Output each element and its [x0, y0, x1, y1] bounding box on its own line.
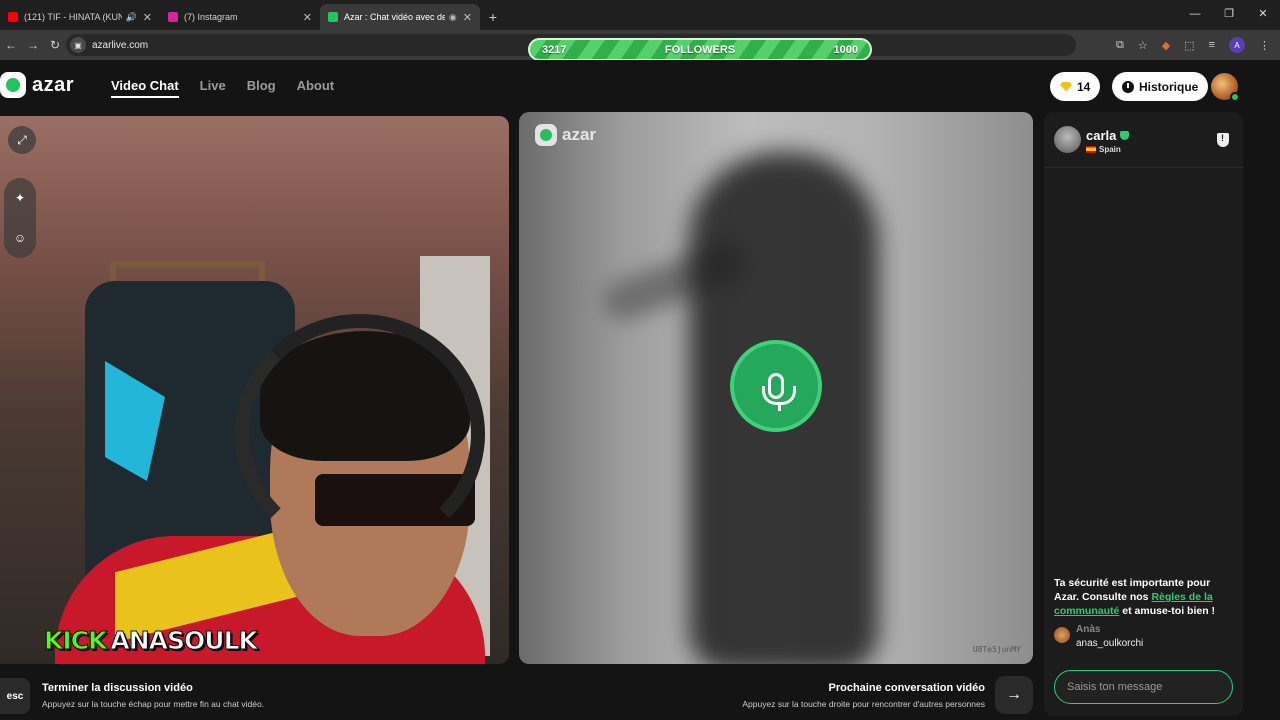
azar-logo-icon [535, 124, 557, 146]
self-video-tools: ⤢ [8, 126, 36, 154]
back-icon[interactable]: ← [0, 38, 22, 52]
install-icon[interactable]: ⧉ [1116, 39, 1124, 52]
chat-message-input[interactable] [1054, 670, 1233, 704]
gems-button[interactable]: 14 [1050, 72, 1101, 101]
next-chat-button[interactable]: → [995, 676, 1033, 714]
history-button[interactable]: Historique [1112, 72, 1209, 101]
followers-goal-bar: 3217 FOLLOWERS 1000 [528, 38, 872, 61]
forward-icon[interactable]: → [22, 38, 44, 52]
extension-fox-icon[interactable]: ◆ [1162, 39, 1170, 52]
report-shield-icon[interactable] [1217, 133, 1229, 147]
url-text: azarlive.com [92, 39, 149, 51]
safety-notice: Ta sécurité est importante pour Azar. Co… [1054, 576, 1234, 618]
peer-id: U8Te5junMY [972, 645, 1021, 654]
message-text: anas_oulkorchi [1076, 638, 1144, 649]
azar-logo[interactable]: azar [0, 72, 74, 98]
effects-toolbar: ✦ ☺ [4, 178, 36, 258]
sparkle-effects-icon[interactable]: ✦ [15, 191, 25, 205]
tab-azar[interactable]: Azar : Chat vidéo avec de n ◉ ✕ [320, 4, 480, 30]
arrow-right-icon: → [1006, 686, 1022, 703]
esc-key-button[interactable]: esc [0, 678, 30, 714]
nav-blog[interactable]: Blog [247, 78, 276, 98]
nav-about[interactable]: About [297, 78, 335, 98]
tab-title: (121) TIF - HINATA (KUNDA [24, 12, 122, 22]
chat-message: Anàs anas_oulkorchi [1054, 624, 1143, 649]
azar-favicon-icon [328, 12, 338, 22]
next-chat-title: Prochaine conversation vidéo [828, 682, 986, 694]
history-label: Historique [1139, 79, 1199, 94]
media-controls-icon[interactable]: ≡ [1209, 39, 1215, 51]
next-chat-subtitle: Appuyez sur la touche droite pour rencon… [742, 699, 985, 709]
peer-azar-watermark: azar [535, 124, 596, 146]
end-chat-subtitle: Appuyez sur la touche échap pour mettre … [42, 699, 265, 709]
chat-panel: carla Spain Ta sécurité est importante p… [1044, 112, 1243, 716]
kick-tag: KICK [43, 626, 107, 656]
maximize-icon[interactable]: ❐ [1212, 0, 1246, 28]
followers-current: 3217 [542, 43, 567, 56]
instagram-icon [168, 12, 178, 22]
peer-avatar[interactable] [1054, 126, 1081, 153]
close-tab-icon[interactable]: ✕ [303, 11, 312, 24]
logo-text: azar [32, 73, 75, 96]
chat-header: carla Spain [1044, 112, 1243, 168]
main-nav: Video Chat Live Blog About [111, 78, 334, 98]
new-tab-button[interactable]: + [480, 4, 506, 30]
peer-video-feed: azar U8Te5junMY [519, 112, 1033, 664]
headset [235, 314, 485, 554]
user-avatar[interactable] [1211, 73, 1240, 102]
followers-goal: 1000 [833, 43, 858, 56]
menu-dots-icon[interactable]: ⋮ [1259, 39, 1270, 52]
peer-name-row: carla [1086, 128, 1130, 143]
profile-avatar[interactable]: A [1229, 37, 1245, 53]
tab-youtube[interactable]: (121) TIF - HINATA (KUNDA 🔊 ✕ [0, 4, 160, 30]
bookmark-star-icon[interactable]: ☆ [1138, 39, 1148, 52]
close-tab-icon[interactable]: ✕ [143, 11, 152, 24]
clock-icon [1122, 80, 1134, 93]
youtube-icon [8, 12, 18, 22]
minimize-icon[interactable]: — [1178, 0, 1212, 28]
speaker-icon[interactable]: 🔊 [126, 12, 137, 23]
close-window-icon[interactable]: ✕ [1246, 0, 1280, 28]
tab-instagram[interactable]: (7) Instagram ✕ [160, 4, 320, 30]
azar-logo-icon [0, 72, 26, 98]
reload-icon[interactable]: ↻ [44, 38, 66, 52]
nav-live[interactable]: Live [200, 78, 226, 98]
watermark-text: azar [562, 125, 597, 144]
tab-title: (7) Instagram [184, 12, 238, 22]
message-author: Anàs [1076, 624, 1101, 635]
stream-watermark: KICK ANASOULK [43, 626, 258, 656]
toolbar-actions: ⧉ ☆ ◆ ⬚ ≡ A ⋮ [1116, 37, 1270, 53]
peer-name: carla [1086, 128, 1117, 143]
followers-label: FOLLOWERS [664, 43, 736, 56]
site-info-icon[interactable]: ▣ [70, 37, 86, 53]
close-tab-icon[interactable]: ✕ [463, 11, 472, 24]
message-avatar [1054, 627, 1070, 643]
site-header: azar Video Chat Live Blog About 14 Histo… [0, 60, 1280, 112]
microphone-button[interactable] [730, 340, 822, 432]
self-video-feed: ⤢ ✦ ☺ KICK ANASOULK [0, 116, 509, 664]
recording-icon: ◉ [448, 11, 457, 22]
microphone-stem [778, 402, 781, 411]
expand-icon[interactable]: ⤢ [8, 126, 36, 154]
browser-tab-strip: (121) TIF - HINATA (KUNDA 🔊 ✕ (7) Instag… [0, 0, 1280, 30]
spain-flag-icon [1086, 146, 1096, 153]
microphone-icon [762, 373, 796, 405]
gems-count: 14 [1077, 79, 1091, 94]
online-status-dot [1230, 92, 1240, 102]
extensions-puzzle-icon[interactable]: ⬚ [1184, 39, 1194, 52]
nav-video-chat[interactable]: Video Chat [111, 78, 179, 98]
bottom-controls: esc Terminer la discussion vidéo Appuyez… [0, 666, 1040, 720]
safety-suffix: et amuse-toi bien ! [1119, 605, 1216, 617]
verified-icon [1120, 131, 1130, 140]
peer-country: Spain [1099, 145, 1121, 154]
face-filter-icon[interactable]: ☺ [14, 231, 26, 245]
gem-icon [1060, 81, 1072, 92]
tab-title: Azar : Chat vidéo avec de n [344, 12, 445, 22]
end-chat-title: Terminer la discussion vidéo [42, 682, 193, 694]
window-controls: — ❐ ✕ [1178, 0, 1280, 28]
peer-country-row: Spain [1086, 145, 1121, 154]
streamer-tag: ANASOULK [110, 626, 258, 656]
